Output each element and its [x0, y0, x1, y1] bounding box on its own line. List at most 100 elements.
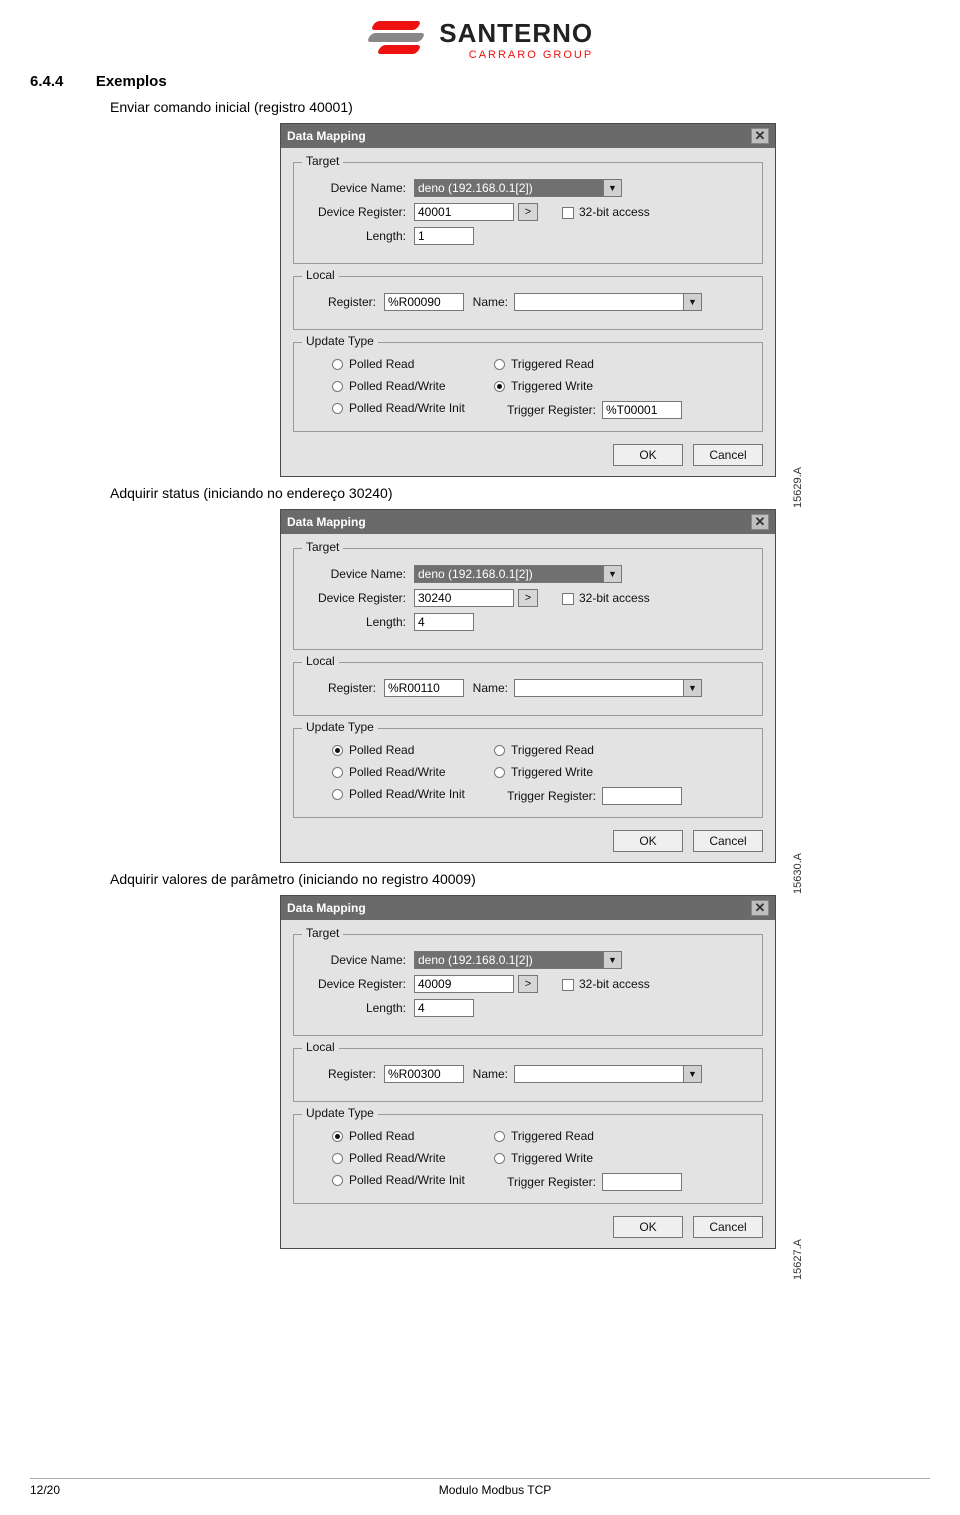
device-register-input[interactable] [414, 589, 514, 607]
data-mapping-dialog-3: Data Mapping ✕ Target Device Name: deno … [280, 895, 776, 1249]
register-picker-button[interactable]: > [518, 589, 538, 607]
local-register-input[interactable] [384, 679, 464, 697]
local-name-select[interactable]: ▼ [514, 679, 702, 697]
chevron-down-icon[interactable]: ▼ [604, 565, 622, 583]
device-name-value: deno (192.168.0.1[2]) [414, 179, 604, 197]
figure-ref-3: 15627.A [792, 1239, 804, 1280]
group-local-label: Local [302, 654, 339, 668]
chevron-down-icon[interactable]: ▼ [684, 1065, 702, 1083]
logo-sub: CARRARO GROUP [439, 49, 593, 61]
radio-triggered-read[interactable]: Triggered Read [494, 357, 752, 371]
local-name-value [514, 1065, 684, 1083]
local-name-select[interactable]: ▼ [514, 1065, 702, 1083]
local-name-label: Name: [464, 295, 514, 309]
group-local-label: Local [302, 1040, 339, 1054]
radio-polled-rw[interactable]: Polled Read/Write [332, 1151, 494, 1165]
logo-mark-icon [367, 19, 427, 61]
length-input[interactable] [414, 613, 474, 631]
dialog-titlebar: Data Mapping ✕ [281, 124, 775, 148]
chevron-down-icon[interactable]: ▼ [684, 293, 702, 311]
local-name-value [514, 293, 684, 311]
local-name-select[interactable]: ▼ [514, 293, 702, 311]
device-name-value: deno (192.168.0.1[2]) [414, 565, 604, 583]
radio-triggered-write[interactable]: Triggered Write [494, 379, 752, 393]
length-input[interactable] [414, 999, 474, 1017]
ok-button[interactable]: OK [613, 1216, 683, 1238]
device-name-value: deno (192.168.0.1[2]) [414, 951, 604, 969]
radio-polled-rw[interactable]: Polled Read/Write [332, 765, 494, 779]
close-icon[interactable]: ✕ [751, 514, 769, 530]
length-label: Length: [304, 615, 414, 629]
radio-polled-rw-init[interactable]: Polled Read/Write Init [332, 1173, 494, 1187]
cancel-button[interactable]: Cancel [693, 444, 763, 466]
trigger-register-input[interactable] [602, 787, 682, 805]
local-register-label: Register: [304, 1067, 384, 1081]
close-icon[interactable]: ✕ [751, 128, 769, 144]
local-register-label: Register: [304, 295, 384, 309]
radio-polled-read[interactable]: Polled Read [332, 1129, 494, 1143]
dialog-title: Data Mapping [287, 129, 366, 143]
section-title: Exemplos [96, 73, 167, 90]
radio-polled-read[interactable]: Polled Read [332, 743, 494, 757]
dialog-title: Data Mapping [287, 901, 366, 915]
dialog-titlebar: Data Mapping ✕ [281, 896, 775, 920]
32bit-access-checkbox[interactable]: 32-bit access [562, 977, 650, 991]
radio-polled-read[interactable]: Polled Read [332, 357, 494, 371]
radio-triggered-read[interactable]: Triggered Read [494, 1129, 752, 1143]
radio-polled-rw-init[interactable]: Polled Read/Write Init [332, 787, 494, 801]
device-name-label: Device Name: [304, 953, 414, 967]
device-register-label: Device Register: [304, 977, 414, 991]
radio-triggered-write[interactable]: Triggered Write [494, 765, 752, 779]
device-name-select[interactable]: deno (192.168.0.1[2]) ▼ [414, 179, 622, 197]
radio-polled-rw[interactable]: Polled Read/Write [332, 379, 494, 393]
group-update-label: Update Type [302, 1106, 378, 1120]
length-label: Length: [304, 1001, 414, 1015]
device-name-label: Device Name: [304, 567, 414, 581]
device-name-select[interactable]: deno (192.168.0.1[2]) ▼ [414, 565, 622, 583]
length-label: Length: [304, 229, 414, 243]
local-register-input[interactable] [384, 1065, 464, 1083]
figure-ref-1: 15629.A [792, 467, 804, 508]
section-header: 6.4.4 Exemplos [30, 73, 930, 91]
trigger-register-input[interactable] [602, 1173, 682, 1191]
trigger-register-label: Trigger Register: [494, 789, 602, 803]
trigger-register-label: Trigger Register: [494, 403, 602, 417]
data-mapping-dialog-2: Data Mapping ✕ Target Device Name: deno … [280, 509, 776, 863]
device-register-input[interactable] [414, 975, 514, 993]
chevron-down-icon[interactable]: ▼ [604, 179, 622, 197]
local-register-input[interactable] [384, 293, 464, 311]
device-name-select[interactable]: deno (192.168.0.1[2]) ▼ [414, 951, 622, 969]
radio-triggered-read[interactable]: Triggered Read [494, 743, 752, 757]
ok-button[interactable]: OK [613, 830, 683, 852]
32bit-access-checkbox[interactable]: 32-bit access [562, 205, 650, 219]
group-update-label: Update Type [302, 334, 378, 348]
length-input[interactable] [414, 227, 474, 245]
register-picker-button[interactable]: > [518, 203, 538, 221]
device-name-label: Device Name: [304, 181, 414, 195]
device-register-input[interactable] [414, 203, 514, 221]
32bit-access-checkbox[interactable]: 32-bit access [562, 591, 650, 605]
local-register-label: Register: [304, 681, 384, 695]
local-name-label: Name: [464, 1067, 514, 1081]
device-register-label: Device Register: [304, 205, 414, 219]
local-name-label: Name: [464, 681, 514, 695]
radio-polled-rw-init[interactable]: Polled Read/Write Init [332, 401, 494, 415]
cancel-button[interactable]: Cancel [693, 1216, 763, 1238]
ok-button[interactable]: OK [613, 444, 683, 466]
trigger-register-input[interactable] [602, 401, 682, 419]
caption-2: Adquirir status (iniciando no endereço 3… [110, 485, 930, 501]
footer-title: Modulo Modbus TCP [60, 1483, 930, 1497]
logo-brand: SANTERNO [439, 18, 593, 49]
close-icon[interactable]: ✕ [751, 900, 769, 916]
logo-block: SANTERNO CARRARO GROUP [30, 18, 930, 61]
group-local-label: Local [302, 268, 339, 282]
chevron-down-icon[interactable]: ▼ [604, 951, 622, 969]
radio-triggered-write[interactable]: Triggered Write [494, 1151, 752, 1165]
dialog-titlebar: Data Mapping ✕ [281, 510, 775, 534]
device-register-label: Device Register: [304, 591, 414, 605]
caption-1: Enviar comando inicial (registro 40001) [110, 99, 930, 115]
chevron-down-icon[interactable]: ▼ [684, 679, 702, 697]
cancel-button[interactable]: Cancel [693, 830, 763, 852]
local-name-value [514, 679, 684, 697]
register-picker-button[interactable]: > [518, 975, 538, 993]
